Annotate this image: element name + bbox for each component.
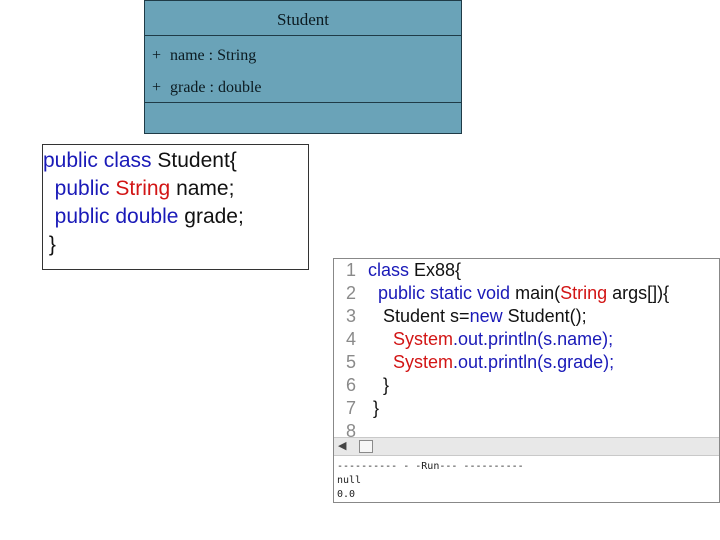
horizontal-scrollbar[interactable]: ◀ [334, 437, 719, 456]
editor-line: 4 System.out.println(s.name); [334, 328, 719, 351]
console-line: ---------- - -Run--- ---------- [337, 461, 524, 472]
line-number: 7 [345, 398, 356, 418]
student-class-code: public class Student{ public String name… [42, 144, 309, 270]
editor-code-area[interactable]: 1 class Ex88{ 2 public static void main(S… [334, 259, 719, 439]
console-line: 0.0 [337, 489, 356, 500]
code-keyword: public class [43, 149, 158, 172]
line-number: 5 [345, 352, 356, 372]
uml-visibility: + [152, 79, 162, 96]
uml-class-name: Student [145, 1, 461, 36]
code-text: grade; [184, 205, 244, 228]
uml-attributes: + name : String + grade : double [145, 36, 461, 103]
code-type: String [560, 283, 608, 303]
uml-visibility: + [152, 47, 162, 64]
code-text: Student{ [157, 149, 237, 172]
code-text: .out.println(s.grade); [453, 352, 615, 372]
editor-line: 6 } [334, 374, 719, 397]
code-keyword: public [43, 177, 116, 200]
editor-line: 1 class Ex88{ [334, 259, 719, 282]
scroll-left-icon[interactable]: ◀ [338, 440, 346, 452]
editor-line: 7 } [334, 397, 719, 420]
code-line: } [43, 233, 56, 256]
editor-line: 3 Student s=new Student(); [334, 305, 719, 328]
uml-attribute: + grade : double [145, 76, 461, 108]
line-number: 2 [345, 283, 356, 303]
code-editor: 1 class Ex88{ 2 public static void main(S… [333, 258, 720, 503]
code-text: .out.println(s.name); [453, 329, 614, 349]
code-text: Ex88{ [414, 260, 462, 280]
code-text: Student s= [368, 306, 470, 326]
uml-attribute: + name : String [145, 44, 461, 76]
code-text: } [368, 375, 390, 395]
code-type: System [393, 352, 454, 372]
output-console: ---------- - -Run--- ---------- null 0.0 [334, 456, 719, 502]
uml-attribute-text: grade : double [170, 79, 262, 96]
code-text: } [368, 398, 380, 418]
code-line: public String name; [43, 175, 308, 203]
console-line: null [337, 475, 362, 486]
code-text: name; [170, 177, 235, 200]
code-keyword: public static void [368, 283, 516, 303]
uml-attribute-text: name : String [170, 47, 257, 64]
uml-class-box: Student + name : String + grade : double [144, 0, 462, 134]
line-number: 4 [345, 329, 356, 349]
line-number: 6 [345, 375, 356, 395]
editor-line: 2 public static void main(String args[])… [334, 282, 719, 305]
code-text: args[]){ [607, 283, 670, 303]
code-keyword: new [469, 306, 503, 326]
code-type: String [115, 177, 171, 200]
line-number: 1 [345, 260, 356, 280]
code-line: public double grade; [43, 203, 308, 231]
code-line: public class Student{ [43, 147, 308, 175]
code-type: System [393, 329, 454, 349]
editor-line: 5 System.out.println(s.grade); [334, 351, 719, 374]
code-text: Student(); [502, 306, 587, 326]
code-text: main( [515, 283, 561, 303]
line-number: 3 [345, 306, 356, 326]
code-keyword: class [368, 260, 415, 280]
scrollbar-thumb[interactable] [359, 440, 373, 453]
code-keyword: public double [43, 205, 185, 228]
